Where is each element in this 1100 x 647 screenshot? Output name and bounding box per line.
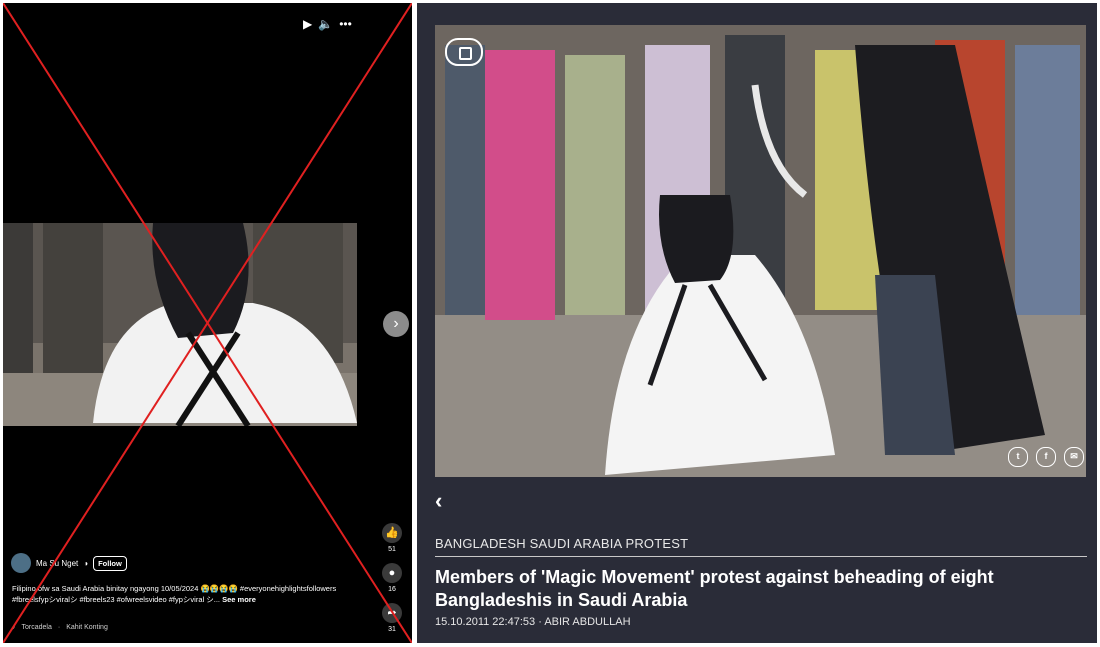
play-icon[interactable]: ▶ bbox=[303, 17, 312, 31]
back-arrow-icon[interactable]: ‹ bbox=[435, 488, 442, 514]
share-icon[interactable]: ➦ bbox=[382, 603, 402, 623]
volume-icon[interactable]: 🔈 bbox=[318, 17, 333, 31]
article-date: 15.10.2011 22:47:53 bbox=[435, 616, 536, 628]
share-count: 31 bbox=[388, 626, 396, 633]
divider bbox=[435, 556, 1087, 557]
article-photo[interactable] bbox=[435, 25, 1086, 477]
comment-icon[interactable]: ● bbox=[382, 563, 402, 583]
author-row: Ma Su Nget ◑ Follow bbox=[11, 553, 127, 573]
follow-button[interactable]: Follow bbox=[93, 555, 127, 571]
gallery-icon[interactable] bbox=[445, 38, 483, 66]
globe-icon: ◑ bbox=[83, 558, 89, 568]
reaction-bar: 👍 51 ● 16 ➦ 31 bbox=[379, 523, 405, 643]
audio-track: Kahit Konting bbox=[66, 624, 108, 631]
audio-artist: Torcadela bbox=[21, 624, 52, 631]
author-name[interactable]: Ma Su Nget bbox=[36, 559, 78, 568]
article-meta: 15.10.2011 22:47:53 · ABIR ABDULLAH bbox=[435, 616, 631, 628]
article-headline: Members of 'Magic Movement' protest agai… bbox=[435, 567, 994, 610]
avatar[interactable] bbox=[11, 553, 31, 573]
share-icons: t f ✉ bbox=[1008, 447, 1084, 467]
article-author: ABIR ABDULLAH bbox=[544, 616, 631, 628]
post-caption: Filipino ofw sa Saudi Arabia binitay nga… bbox=[12, 583, 367, 605]
music-icon: ♪ bbox=[12, 624, 16, 631]
audio-separator: · bbox=[57, 624, 61, 631]
see-more-link[interactable]: See more bbox=[222, 595, 256, 604]
video-post-panel: ▶ 🔈 ••• › 👍 51 ● 16 ➦ 31 Ma Su Nget ◑ Fo… bbox=[3, 3, 412, 643]
facebook-icon[interactable]: f bbox=[1036, 447, 1056, 467]
article-panel: t f ✉ ‹ BANGLADESH SAUDI ARABIA PROTEST … bbox=[417, 3, 1097, 643]
email-icon[interactable]: ✉ bbox=[1064, 447, 1084, 467]
video-still bbox=[3, 223, 357, 426]
video-frame[interactable] bbox=[3, 223, 357, 426]
comment-count: 16 bbox=[388, 586, 396, 593]
like-count: 51 bbox=[388, 546, 396, 553]
twitter-icon[interactable]: t bbox=[1008, 447, 1028, 467]
audio-row[interactable]: ♪ Torcadela · Kahit Konting bbox=[12, 624, 108, 631]
like-icon[interactable]: 👍 bbox=[382, 523, 402, 543]
photo-scene bbox=[435, 25, 1086, 477]
video-controls: ▶ 🔈 ••• bbox=[303, 17, 352, 31]
article-category: BANGLADESH SAUDI ARABIA PROTEST bbox=[435, 536, 689, 551]
next-button[interactable]: › bbox=[383, 311, 409, 337]
more-icon[interactable]: ••• bbox=[339, 17, 352, 31]
caption-text: Filipino ofw sa Saudi Arabia binitay nga… bbox=[12, 584, 337, 604]
